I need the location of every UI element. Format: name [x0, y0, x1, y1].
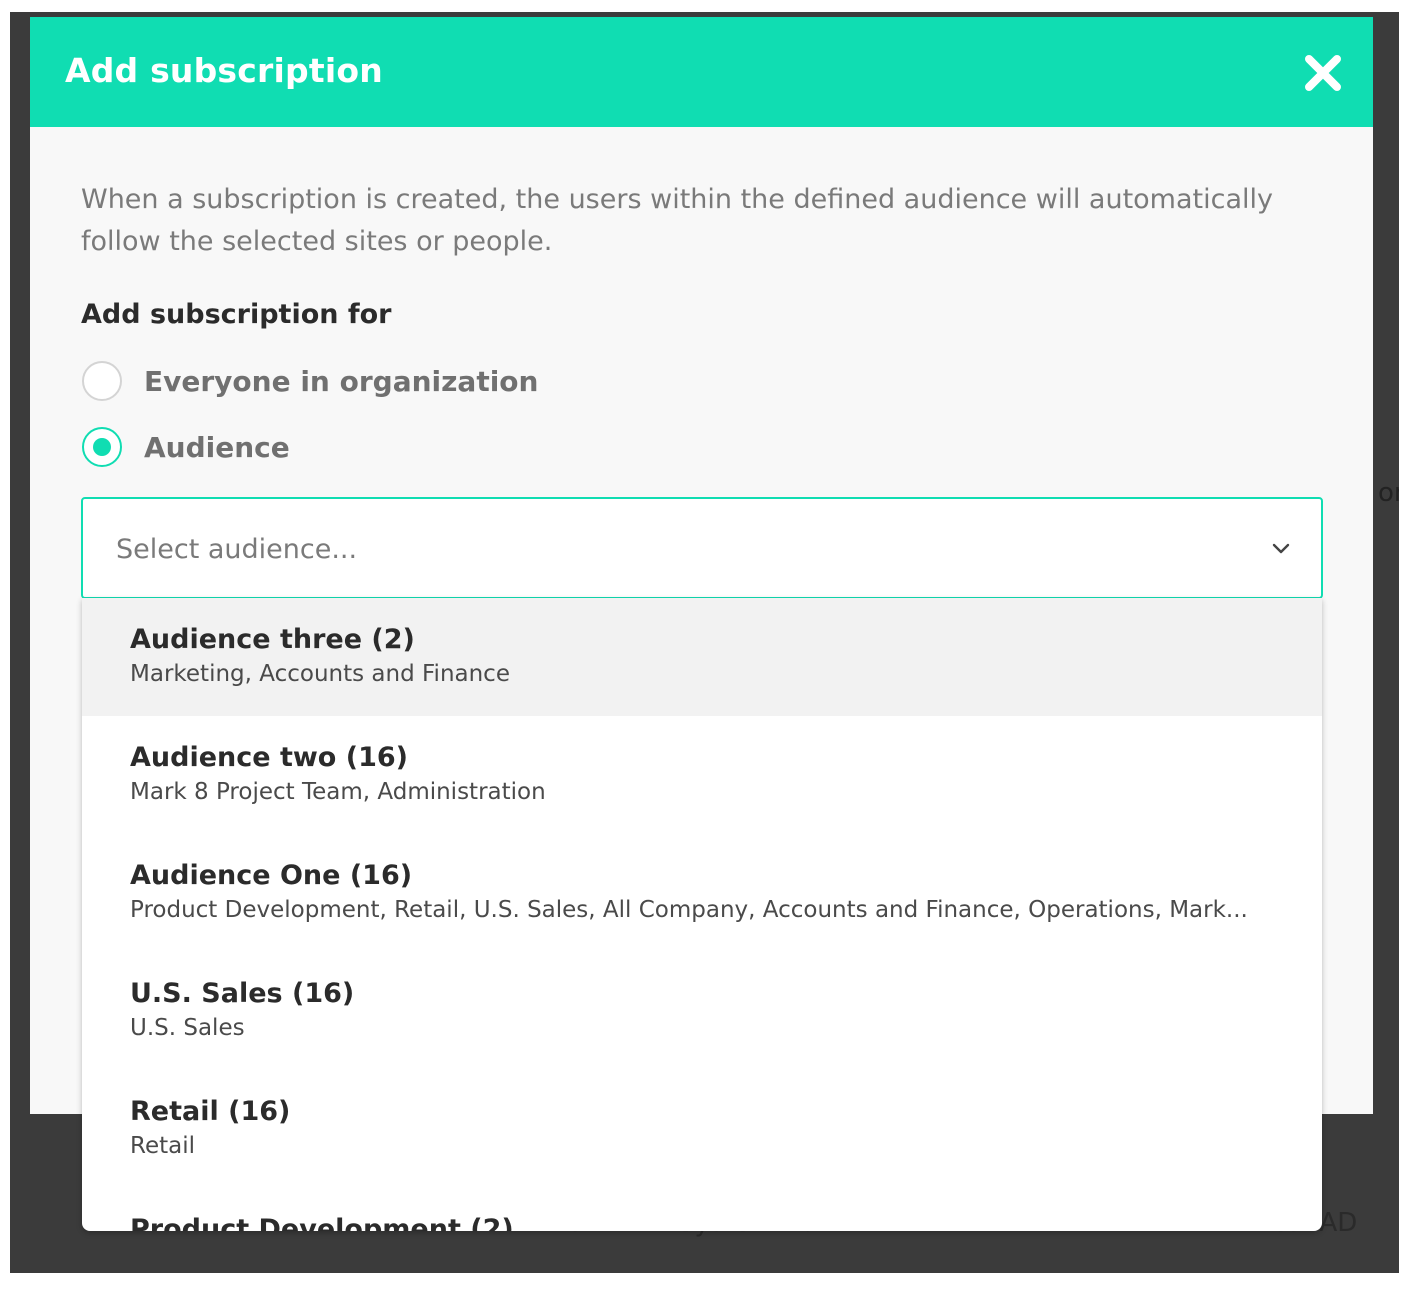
audience-select-placeholder: Select audience...	[116, 534, 358, 565]
option-subtitle: Mark 8 Project Team, Administration	[130, 779, 546, 805]
radio-button[interactable]	[82, 361, 122, 401]
close-button[interactable]	[1303, 53, 1343, 93]
option-subtitle: Retail	[130, 1133, 195, 1159]
dropdown-option-us-sales[interactable]: U.S. Sales (16) U.S. Sales	[82, 952, 1322, 1070]
option-title: Audience two (16)	[130, 742, 409, 773]
modal-description: When a subscription is created, the user…	[81, 184, 1273, 257]
option-subtitle: Product Development, Retail, U.S. Sales,…	[130, 897, 1248, 923]
dropdown-option-audience-two[interactable]: Audience two (16) Mark 8 Project Team, A…	[82, 716, 1322, 834]
modal-title: Add subscription	[65, 51, 383, 90]
dropdown-option-retail[interactable]: Retail (16) Retail	[82, 1070, 1322, 1188]
chevron-down-icon	[1272, 543, 1290, 554]
option-title: Product Development (2)	[130, 1214, 514, 1231]
radio-label: Audience	[144, 430, 290, 464]
background-text-fragment: on	[1378, 478, 1399, 508]
option-subtitle: U.S. Sales	[130, 1015, 245, 1041]
section-label: Add subscription for	[81, 299, 392, 330]
radio-everyone-in-organization[interactable]: Everyone in organization	[82, 359, 538, 403]
radio-label: Everyone in organization	[144, 364, 539, 398]
option-title: Retail (16)	[130, 1096, 291, 1127]
dropdown-option-audience-three[interactable]: Audience three (2) Marketing, Accounts a…	[82, 598, 1322, 716]
dropdown-option-audience-one[interactable]: Audience One (16) Product Development, R…	[82, 834, 1322, 952]
option-title: Audience One (16)	[130, 860, 413, 891]
option-subtitle: Marketing, Accounts and Finance	[130, 661, 510, 687]
radio-button-checked[interactable]	[82, 427, 122, 467]
option-title: Audience three (2)	[130, 624, 415, 655]
option-title: U.S. Sales (16)	[130, 978, 355, 1009]
audience-select[interactable]: Select audience...	[81, 497, 1323, 599]
audience-dropdown-menu[interactable]: Audience three (2) Marketing, Accounts a…	[82, 598, 1322, 1231]
modal-header: Add subscription	[30, 17, 1373, 127]
radio-audience[interactable]: Audience	[82, 425, 290, 469]
dropdown-option-product-development[interactable]: Product Development (2)	[82, 1188, 1322, 1231]
close-icon	[1305, 55, 1341, 91]
